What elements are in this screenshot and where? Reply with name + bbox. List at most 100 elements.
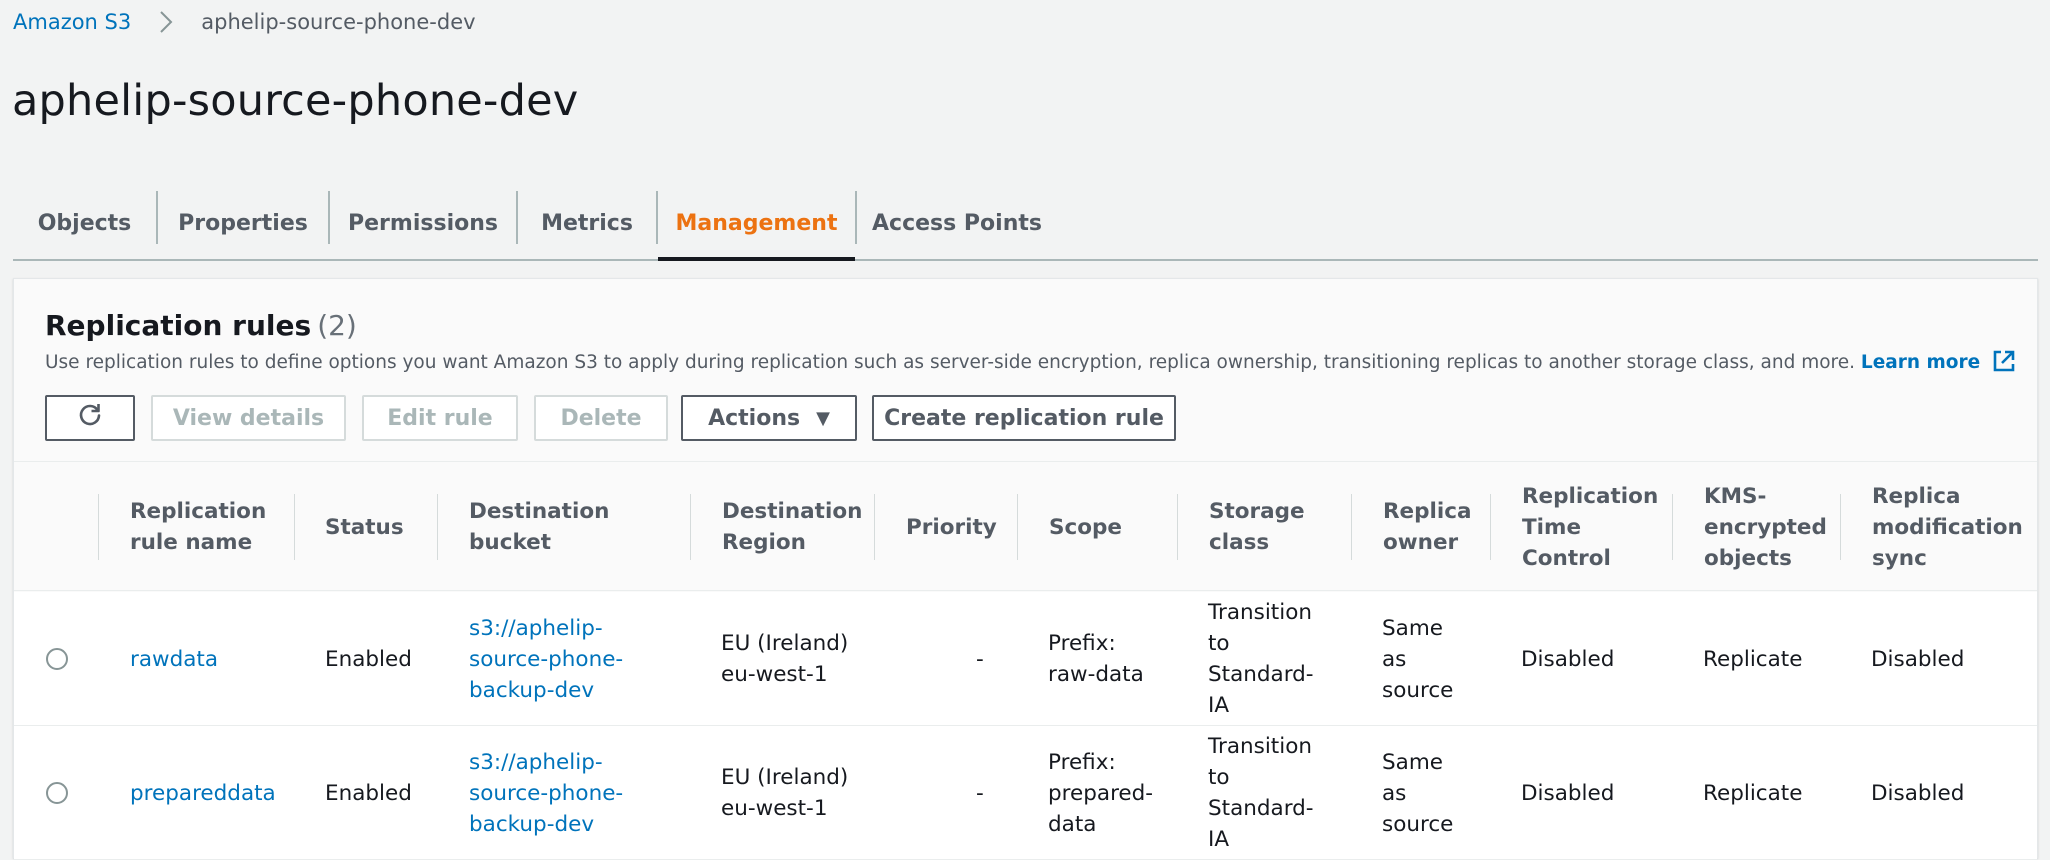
header-text: bucket	[469, 530, 552, 555]
actions-dropdown[interactable]: Actions ▼	[681, 395, 857, 441]
breadcrumb: Amazon S3 aphelip-source-phone-dev	[13, 7, 476, 37]
header-kms-encrypted-objects[interactable]: KMS-encrypted objects	[1704, 462, 1827, 592]
tab-properties[interactable]: Properties	[158, 188, 328, 259]
header-text: rule name	[130, 530, 253, 555]
refresh-button[interactable]	[45, 395, 135, 441]
header-status[interactable]: Status	[325, 462, 404, 592]
header-rule-name[interactable]: Replication rule name	[130, 462, 266, 592]
cell-line: backup-dev	[469, 811, 595, 837]
destination-bucket-link[interactable]: s3://aphelip-source-phone-backup-dev	[469, 592, 623, 726]
tab-objects[interactable]: Objects	[13, 188, 156, 259]
create-replication-rule-button[interactable]: Create replication rule	[872, 395, 1176, 441]
header-text: class	[1209, 530, 1270, 555]
tab-permissions[interactable]: Permissions	[330, 188, 516, 259]
header-priority[interactable]: Priority	[906, 462, 997, 592]
replica-owner-cell: Same as source	[1382, 726, 1453, 860]
delete-button[interactable]: Delete	[534, 395, 668, 441]
header-divider	[1351, 494, 1352, 560]
header-text: Replica	[1872, 483, 1961, 509]
header-text: KMS-	[1704, 483, 1767, 509]
table-row[interactable]: prepareddata Enabled s3://aphelip-source…	[14, 726, 2037, 860]
header-destination-bucket[interactable]: Destination bucket	[469, 462, 609, 592]
header-divider	[1840, 494, 1841, 560]
replication-rules-panel: Replication rules (2) Use replication rul…	[13, 278, 2038, 860]
header-text: Scope	[1049, 514, 1122, 540]
row-select-radio[interactable]	[46, 648, 68, 670]
destination-region-cell: EU (Ireland) eu-west-1	[721, 592, 848, 726]
header-text: Control	[1522, 545, 1611, 571]
header-divider	[1177, 494, 1178, 560]
cell-line: as	[1382, 646, 1407, 672]
rule-name-link[interactable]: prepareddata	[130, 726, 276, 860]
cell-line: s3://aphelip-	[469, 615, 603, 641]
header-replication-time-control[interactable]: Replication Time Control	[1522, 462, 1658, 592]
cell-line: source-phone-	[469, 780, 624, 806]
rtc-cell: Disabled	[1521, 780, 1615, 806]
row-select-radio[interactable]	[46, 782, 68, 804]
scope-cell: Prefix: raw-data	[1048, 592, 1144, 726]
header-text: objects	[1704, 545, 1792, 571]
header-text: Priority	[906, 514, 997, 540]
rule-count: (2)	[317, 309, 357, 342]
edit-rule-button[interactable]: Edit rule	[362, 395, 518, 441]
cell-line: Prefix:	[1048, 749, 1116, 775]
breadcrumb-link-amazon-s3[interactable]: Amazon S3	[13, 10, 131, 34]
modification-sync-cell: Disabled	[1871, 780, 1965, 806]
header-text: owner	[1383, 530, 1459, 555]
header-storage-class[interactable]: Storage class	[1209, 462, 1305, 592]
header-divider	[1672, 494, 1673, 560]
kms-cell: Replicate	[1703, 646, 1803, 672]
header-text: Replication	[130, 499, 267, 524]
external-link-icon[interactable]	[1992, 349, 2016, 373]
header-text: Status	[325, 514, 404, 540]
header-text: modification	[1872, 514, 2023, 540]
header-divider	[874, 494, 875, 560]
header-replica-modification-sync[interactable]: Replica modification sync	[1872, 462, 2023, 592]
tab-metrics[interactable]: Metrics	[518, 188, 656, 259]
panel-description-text: Use replication rules to define options …	[45, 352, 1856, 373]
cell-line: IA	[1208, 693, 1230, 718]
header-divider	[1017, 494, 1018, 560]
scope-cell: Prefix: prepared-data	[1048, 726, 1153, 860]
header-text: sync	[1872, 545, 1927, 571]
cell-line: source	[1382, 811, 1454, 837]
header-text: Replica	[1383, 499, 1472, 524]
cell-line: Same	[1382, 749, 1443, 775]
rule-name-link[interactable]: rawdata	[130, 592, 218, 726]
panel-title-text: Replication rules	[45, 309, 312, 342]
panel-title: Replication rules (2)	[45, 309, 357, 342]
cell-line: source	[1382, 677, 1454, 703]
cell-line: backup-dev	[469, 677, 595, 703]
cell-line: Standard-	[1208, 662, 1314, 687]
cell-line: eu-west-1	[721, 796, 828, 821]
cell-line: data	[1048, 811, 1097, 837]
refresh-icon	[76, 401, 104, 435]
destination-bucket-link[interactable]: s3://aphelip-source-phone-backup-dev	[469, 726, 623, 860]
table-header: Replication rule name Status Destination b…	[14, 461, 2037, 591]
storage-class-cell: Transition to Standard- IA	[1208, 592, 1314, 726]
cell-line: eu-west-1	[721, 662, 828, 687]
tab-bar: Objects Properties Permissions Metrics M…	[13, 188, 2038, 261]
cell-line: source-phone-	[469, 646, 624, 672]
tab-management[interactable]: Management	[658, 188, 855, 261]
breadcrumb-current: aphelip-source-phone-dev	[201, 10, 476, 34]
header-divider	[1490, 494, 1491, 560]
header-divider	[98, 494, 99, 560]
panel-description: Use replication rules to define options …	[45, 349, 2016, 375]
cell-line: Standard-	[1208, 796, 1314, 821]
table-row[interactable]: rawdata Enabled s3://aphelip-source-phon…	[14, 592, 2037, 726]
header-scope[interactable]: Scope	[1049, 462, 1122, 592]
header-destination-region[interactable]: Destination Region	[722, 462, 862, 592]
cell-line: EU (Ireland)	[721, 631, 849, 656]
modification-sync-cell: Disabled	[1871, 646, 1965, 672]
header-text: Time	[1522, 514, 1582, 540]
cell-line: Prefix:	[1048, 631, 1116, 656]
view-details-button[interactable]: View details	[151, 395, 346, 441]
header-divider	[437, 494, 438, 560]
learn-more-link[interactable]: Learn more	[1861, 352, 1980, 373]
header-replica-owner[interactable]: Replica owner	[1383, 462, 1472, 592]
tab-access-points[interactable]: Access Points	[857, 188, 1057, 259]
status-cell: Enabled	[325, 780, 412, 806]
cell-line: s3://aphelip-	[469, 749, 603, 775]
storage-class-cell: Transition to Standard- IA	[1208, 726, 1314, 860]
